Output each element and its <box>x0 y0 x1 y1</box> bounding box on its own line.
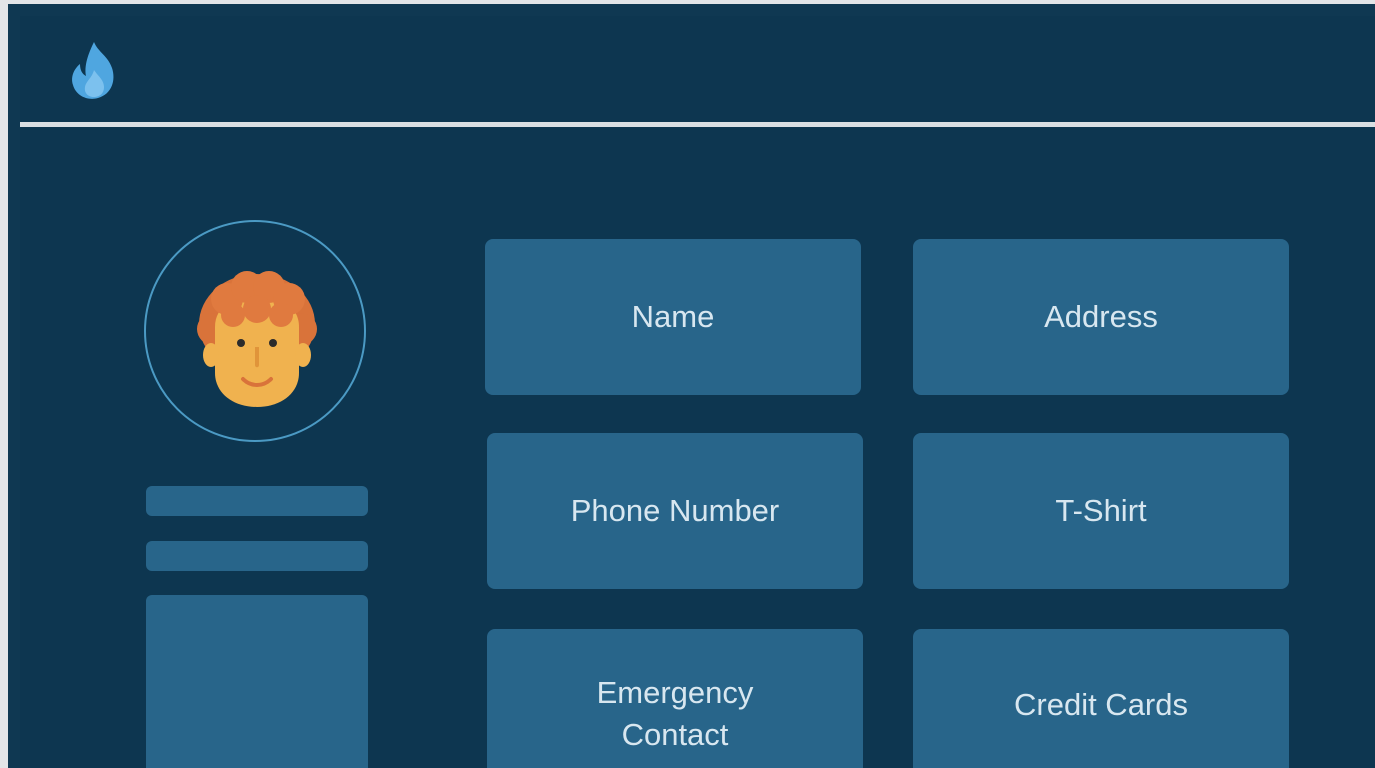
person-avatar-icon <box>197 271 317 407</box>
emergency-contact-card[interactable]: Emergency Contact <box>487 629 863 768</box>
address-card-label: Address <box>1044 299 1158 334</box>
profile-detail-block <box>146 595 368 768</box>
profile-panel: Name Address Phone Number T-Shirt Emerge… <box>20 127 1375 768</box>
phone-number-card[interactable]: Phone Number <box>487 433 863 589</box>
name-card[interactable]: Name <box>485 239 861 395</box>
top-bar <box>20 16 1375 122</box>
app-window: Name Address Phone Number T-Shirt Emerge… <box>8 4 1375 768</box>
profile-detail-line <box>146 486 368 516</box>
address-card[interactable]: Address <box>913 239 1289 395</box>
credit-cards-card[interactable]: Credit Cards <box>913 629 1289 768</box>
emergency-contact-card-label: Emergency Contact <box>596 675 754 752</box>
profile-detail-line <box>146 541 368 571</box>
phone-number-card-label: Phone Number <box>570 493 780 528</box>
credit-cards-card-label: Credit Cards <box>1014 687 1188 722</box>
tshirt-card[interactable]: T-Shirt <box>913 433 1289 589</box>
flame-icon[interactable] <box>68 40 120 102</box>
name-card-label: Name <box>631 299 715 334</box>
avatar[interactable] <box>144 220 366 442</box>
tshirt-card-label: T-Shirt <box>1055 493 1147 528</box>
